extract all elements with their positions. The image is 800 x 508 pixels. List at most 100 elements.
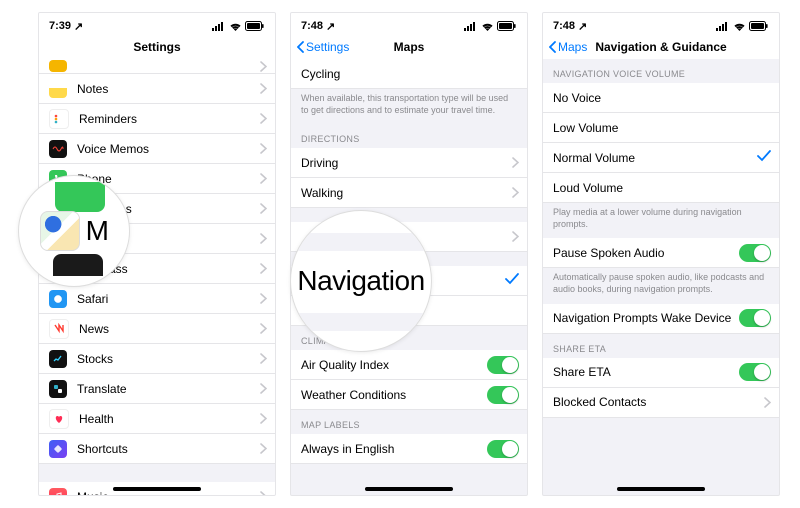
- voice-footer: Play media at a lower volume during navi…: [543, 203, 779, 238]
- navbar: Settings: [39, 35, 275, 60]
- chevron-right-icon: [260, 203, 267, 214]
- chevron-right-icon: [260, 293, 267, 304]
- maps-icon: [40, 211, 80, 251]
- navigation-guidance-screen: 7:48↗ Maps Navigation & Guidance NAVIGAT…: [542, 12, 780, 496]
- row-label: Stocks: [77, 352, 113, 366]
- map-labels-header: MAP LABELS: [291, 410, 527, 434]
- location-icon: ↗: [578, 20, 587, 33]
- chevron-right-icon: [512, 157, 519, 168]
- row-voice-memos[interactable]: Voice Memos: [39, 134, 275, 164]
- row-pause-spoken[interactable]: Pause Spoken Audio: [543, 238, 779, 268]
- chevron-right-icon: [512, 231, 519, 242]
- status-right: [212, 21, 265, 31]
- row-aqi[interactable]: Air Quality Index: [291, 350, 527, 380]
- directions-header: DIRECTIONS: [291, 124, 527, 148]
- row-driving[interactable]: Driving: [291, 148, 527, 178]
- row-label: Weather Conditions: [301, 388, 406, 402]
- chevron-right-icon: [260, 173, 267, 184]
- row-label: Pause Spoken Audio: [553, 246, 664, 260]
- row-label: Music: [77, 490, 108, 496]
- row-weather[interactable]: Weather Conditions: [291, 380, 527, 410]
- stocks-icon: [49, 350, 67, 368]
- row-label: Air Quality Index: [301, 358, 389, 372]
- chevron-right-icon: [260, 113, 267, 124]
- row-partial-top[interactable]: [39, 59, 275, 74]
- navbar: Maps Navigation & Guidance: [543, 35, 779, 60]
- shortcuts-icon: [49, 440, 67, 458]
- always-english-toggle[interactable]: [487, 440, 519, 458]
- row-normal-volume[interactable]: Normal Volume: [543, 143, 779, 173]
- row-label: Share ETA: [553, 365, 611, 379]
- row-stocks[interactable]: Stocks: [39, 344, 275, 374]
- home-indicator[interactable]: [113, 487, 201, 491]
- translate-icon: [49, 380, 67, 398]
- aqi-toggle[interactable]: [487, 356, 519, 374]
- row-label: Safari: [77, 292, 108, 306]
- pause-spoken-toggle[interactable]: [739, 244, 771, 262]
- checkmark-icon: [505, 273, 519, 288]
- page-title: Maps: [394, 40, 425, 54]
- chevron-right-icon: [260, 143, 267, 154]
- row-cycling[interactable]: Cycling: [291, 59, 527, 89]
- row-shortcuts[interactable]: Shortcuts: [39, 434, 275, 464]
- row-label: Normal Volume: [553, 151, 635, 165]
- row-label: Translate: [77, 382, 127, 396]
- wake-device-toggle[interactable]: [739, 309, 771, 327]
- row-label: Walking: [301, 186, 343, 200]
- chevron-right-icon: [260, 233, 267, 244]
- back-button[interactable]: Settings: [297, 40, 349, 54]
- row-label: Health: [79, 412, 114, 426]
- status-time: 7:48: [553, 20, 575, 32]
- location-icon: ↗: [326, 20, 335, 33]
- row-health[interactable]: Health: [39, 404, 275, 434]
- row-no-voice[interactable]: No Voice: [543, 83, 779, 113]
- row-label: Always in English: [301, 442, 394, 456]
- share-eta-header: SHARE ETA: [543, 334, 779, 358]
- chevron-right-icon: [260, 413, 267, 424]
- row-wake-device[interactable]: Navigation Prompts Wake Device: [543, 304, 779, 334]
- chevron-right-icon: [764, 397, 771, 408]
- row-news[interactable]: News: [39, 314, 275, 344]
- location-icon: ↗: [74, 20, 83, 33]
- cycling-footer: When available, this transportation type…: [291, 89, 527, 124]
- row-label: Low Volume: [553, 121, 618, 135]
- row-loud-volume[interactable]: Loud Volume: [543, 173, 779, 203]
- page-title: Settings: [133, 40, 180, 54]
- row-low-volume[interactable]: Low Volume: [543, 113, 779, 143]
- magnifier-maps: M: [18, 175, 130, 287]
- row-safari[interactable]: Safari: [39, 284, 275, 314]
- status-right: [464, 21, 517, 31]
- chevron-right-icon: [260, 323, 267, 334]
- row-label: Blocked Contacts: [553, 395, 646, 409]
- music-icon: [49, 488, 67, 496]
- row-walking[interactable]: Walking: [291, 178, 527, 208]
- share-eta-toggle[interactable]: [739, 363, 771, 381]
- magnified-label: M: [86, 215, 109, 247]
- row-notes[interactable]: Notes: [39, 74, 275, 104]
- row-label: Notes: [77, 82, 108, 96]
- row-share-eta[interactable]: Share ETA: [543, 358, 779, 388]
- back-label: Settings: [306, 40, 349, 54]
- chevron-right-icon: [260, 263, 267, 274]
- row-always-english[interactable]: Always in English: [291, 434, 527, 464]
- checkmark-icon: [757, 150, 771, 165]
- back-button[interactable]: Maps: [549, 40, 587, 54]
- reminders-icon: [49, 109, 69, 129]
- voice-volume-header: NAVIGATION VOICE VOLUME: [543, 59, 779, 83]
- status-time: 7:48: [301, 20, 323, 32]
- row-translate[interactable]: Translate: [39, 374, 275, 404]
- row-label: Cycling: [301, 67, 340, 81]
- chevron-right-icon: [260, 491, 267, 495]
- chevron-right-icon: [260, 383, 267, 394]
- row-label: Navigation Prompts Wake Device: [553, 311, 731, 325]
- row-reminders[interactable]: Reminders: [39, 104, 275, 134]
- row-blocked-contacts[interactable]: Blocked Contacts: [543, 388, 779, 418]
- notes-icon: [49, 80, 67, 98]
- weather-toggle[interactable]: [487, 386, 519, 404]
- magnifier-navigation: Navigation: [290, 210, 432, 352]
- voice-memos-icon: [49, 140, 67, 158]
- home-indicator[interactable]: [617, 487, 705, 491]
- back-label: Maps: [558, 40, 587, 54]
- home-indicator[interactable]: [365, 487, 453, 491]
- row-label: Driving: [301, 156, 338, 170]
